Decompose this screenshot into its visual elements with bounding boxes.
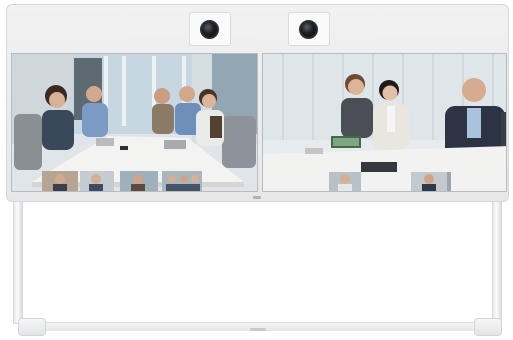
bezel-logo: [253, 196, 261, 199]
left-camera: [189, 12, 231, 46]
right-video-feed: [263, 54, 506, 191]
stand-leg-right: [492, 196, 502, 324]
camera-lens-icon: [299, 20, 318, 39]
right-camera: [288, 12, 330, 46]
left-video-feed: [12, 54, 257, 191]
stand-foot-right: [474, 318, 502, 336]
stand-leg-left: [13, 196, 23, 324]
right-display: [262, 53, 507, 192]
camera-lens-icon: [200, 20, 219, 39]
stand-foot-left: [18, 318, 46, 336]
left-display: [11, 53, 258, 192]
base-logo: [250, 328, 266, 331]
